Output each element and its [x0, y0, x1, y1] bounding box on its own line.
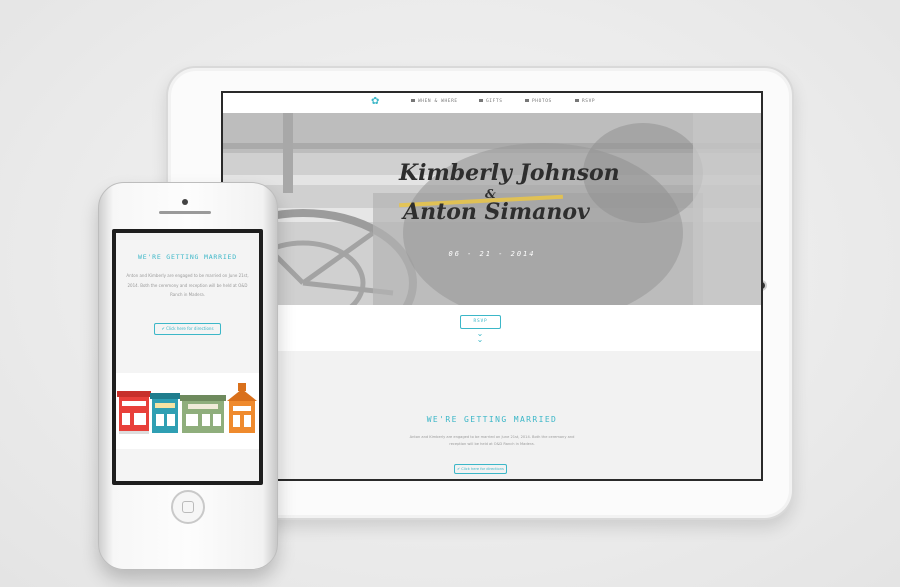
nav-label: PHOTOS: [532, 99, 552, 104]
gift-icon: [479, 99, 483, 102]
bride-name: Kimberly Johnson: [399, 160, 620, 186]
hero-section: Kimberly Johnson & Anton Simanov 06 - 21…: [223, 113, 761, 305]
nav-item-photos[interactable]: PHOTOS: [525, 99, 552, 104]
section-body: Anton and Kimberly are engaged to be mar…: [126, 273, 249, 297]
mail-icon: [575, 99, 579, 102]
section-heading: WE'RE GETTING MARRIED: [426, 415, 558, 424]
map-icon: [411, 99, 415, 102]
info-section: WE'RE GETTING MARRIED Anton and Kimberly…: [223, 351, 761, 479]
nav-item-when-where[interactable]: WHEN & WHERE: [411, 99, 458, 104]
photo-icon: [525, 99, 529, 102]
nav-label: WHEN & WHERE: [418, 99, 458, 104]
rsvp-button[interactable]: RSVP: [460, 315, 501, 329]
section-heading: WE'RE GETTING MARRIED: [138, 253, 237, 261]
top-nav: ✿ WHEN & WHERE GIFTS PHOTOS RSVP: [223, 93, 761, 113]
building-red-shape: [117, 391, 151, 434]
nav-label: RSVP: [582, 99, 596, 104]
phone-content: WE'RE GETTING MARRIED Anton and Kimberly…: [116, 233, 259, 481]
directions-label: Click here for directions: [461, 467, 504, 471]
directions-label: Click here for directions: [166, 326, 214, 331]
directions-button[interactable]: ✔ Click here for directions: [154, 323, 221, 335]
groom-name: Anton Simanov: [403, 199, 590, 225]
phone-speaker: [159, 211, 211, 214]
rsvp-section: RSVP ⌄ ⌄: [223, 305, 761, 351]
building-teal-shape: [150, 393, 180, 433]
directions-button[interactable]: ✔ Click here for directions: [454, 464, 507, 474]
nav-item-gifts[interactable]: GIFTS: [479, 99, 503, 104]
building-green-shape: [180, 395, 226, 433]
nav-item-rsvp[interactable]: RSVP: [575, 99, 595, 104]
phone-camera: [182, 199, 188, 205]
tablet-screen: ✿ WHEN & WHERE GIFTS PHOTOS RSVP Kimberl…: [221, 91, 763, 481]
logo-icon[interactable]: ✿: [371, 97, 381, 107]
nav-label: GIFTS: [486, 99, 503, 104]
chevron-down-icon[interactable]: ⌄ ⌄: [473, 330, 487, 344]
town-illustration: [116, 373, 259, 449]
wedding-date: 06 - 21 - 2014: [448, 250, 536, 258]
phone-home-button[interactable]: [171, 490, 205, 524]
section-body: Anton and Kimberly are engaged to be mar…: [409, 435, 575, 446]
building-orange-shape: [227, 383, 257, 433]
